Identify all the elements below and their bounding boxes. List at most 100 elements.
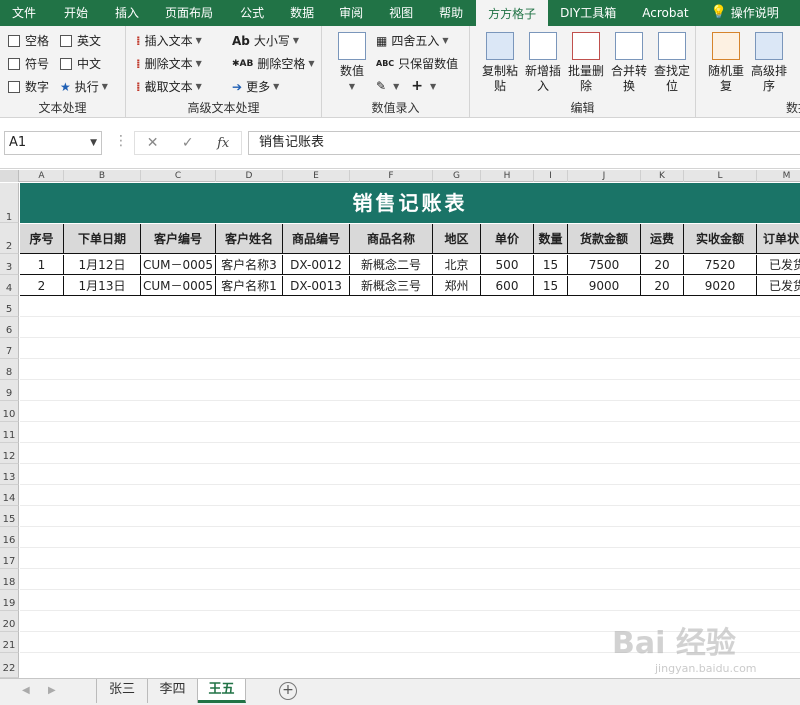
delete-text-button[interactable]: ⁞ 删除文本 ▼: [136, 55, 202, 72]
tab-page-layout[interactable]: 页面布局: [152, 0, 226, 26]
data-cell[interactable]: 北京: [433, 255, 481, 275]
data-cell[interactable]: 600: [481, 276, 534, 296]
data-cell[interactable]: 新概念三号: [350, 276, 433, 296]
copy-paste-button[interactable]: 复制粘 贴: [478, 32, 522, 94]
data-cell[interactable]: DX-0013: [283, 276, 350, 296]
prev-sheet-icon[interactable]: ◀: [22, 685, 30, 696]
header-cell[interactable]: 商品名称: [350, 224, 433, 254]
col-header-i[interactable]: I: [534, 170, 568, 182]
col-header-m[interactable]: M: [757, 170, 800, 182]
sheet-tab-lisi[interactable]: 李四: [148, 679, 198, 703]
data-cell[interactable]: 15: [534, 255, 568, 275]
remove-space-button[interactable]: ✱AB 删除空格 ▼: [232, 55, 315, 72]
tab-view[interactable]: 视图: [376, 0, 426, 26]
more-button[interactable]: ➔ 更多 ▼: [232, 78, 279, 95]
data-cell[interactable]: 15: [534, 276, 568, 296]
data-cell[interactable]: 9020: [684, 276, 757, 296]
sheet-title[interactable]: 销售记账表: [20, 183, 800, 223]
row-header-13[interactable]: 13: [0, 464, 19, 485]
col-header-h[interactable]: H: [481, 170, 534, 182]
tab-diy-toolbox[interactable]: DIY工具箱: [548, 0, 628, 26]
header-cell[interactable]: 运费: [641, 224, 684, 254]
merge-convert-button[interactable]: 合并转 换: [607, 32, 651, 94]
data-cell[interactable]: 20: [641, 255, 684, 275]
row-header-5[interactable]: 5: [0, 296, 19, 317]
tab-insert[interactable]: 插入: [102, 0, 152, 26]
row-header-7[interactable]: 7: [0, 338, 19, 359]
check-english[interactable]: 英文: [60, 32, 101, 49]
col-header-c[interactable]: C: [141, 170, 216, 182]
data-cell[interactable]: CUM－0005: [141, 276, 216, 296]
header-cell[interactable]: 客户编号: [141, 224, 216, 254]
row-header-2[interactable]: 2: [0, 223, 19, 254]
col-header-a[interactable]: A: [20, 170, 64, 182]
tab-acrobat[interactable]: Acrobat: [628, 0, 702, 26]
check-chinese[interactable]: 中文: [60, 55, 101, 72]
add-sheet-icon[interactable]: +: [279, 682, 297, 700]
data-cell[interactable]: 500: [481, 255, 534, 275]
keep-number-button[interactable]: ABC 只保留数值: [376, 55, 458, 72]
check-space[interactable]: 空格: [8, 32, 49, 49]
data-cell[interactable]: CUM－0005: [141, 255, 216, 275]
header-cell[interactable]: 实收金额: [684, 224, 757, 254]
tab-fangfang[interactable]: 方方格子: [476, 0, 549, 28]
tab-review[interactable]: 审阅: [326, 0, 376, 26]
data-cell[interactable]: 1月12日: [64, 255, 141, 275]
round-button[interactable]: ▦ 四舍五入 ▼: [376, 32, 449, 49]
data-cell[interactable]: 郑州: [433, 276, 481, 296]
edit-number-button[interactable]: ✎ ▼ + ▼: [376, 78, 436, 94]
col-header-g[interactable]: G: [433, 170, 481, 182]
execute-button[interactable]: ★ 执行 ▼: [60, 78, 108, 95]
row-header-6[interactable]: 6: [0, 317, 19, 338]
check-symbol[interactable]: 符号: [8, 55, 49, 72]
row-header-17[interactable]: 17: [0, 548, 19, 569]
col-header-f[interactable]: F: [350, 170, 433, 182]
select-all-corner[interactable]: [0, 170, 19, 182]
new-insert-button[interactable]: 新增插 入: [521, 32, 565, 94]
data-cell[interactable]: 7500: [568, 255, 641, 275]
header-cell[interactable]: 商品编号: [283, 224, 350, 254]
header-cell[interactable]: 订单状: [757, 224, 800, 254]
case-button[interactable]: Ab 大小写 ▼: [232, 32, 299, 49]
header-cell[interactable]: 客户姓名: [216, 224, 283, 254]
row-header-8[interactable]: 8: [0, 359, 19, 380]
header-cell[interactable]: 下单日期: [64, 224, 141, 254]
header-cell[interactable]: 序号: [20, 224, 64, 254]
col-header-e[interactable]: E: [283, 170, 350, 182]
tab-home[interactable]: 开始: [50, 0, 102, 26]
number-button[interactable]: 数值 ▼: [332, 32, 372, 94]
data-cell[interactable]: 已发货: [757, 276, 800, 296]
row-header-19[interactable]: 19: [0, 590, 19, 611]
tab-tell-me[interactable]: 💡 操作说明: [703, 0, 787, 26]
advanced-sort-button[interactable]: 高级排 序: [747, 32, 791, 94]
find-locate-button[interactable]: 查找定 位: [650, 32, 694, 94]
row-header-20[interactable]: 20: [0, 611, 19, 632]
row-header-1[interactable]: 1: [0, 183, 19, 223]
extract-text-button[interactable]: ⁞ 截取文本 ▼: [136, 78, 202, 95]
data-cell[interactable]: 1: [20, 255, 64, 275]
function-icon[interactable]: fx: [217, 136, 229, 151]
batch-delete-button[interactable]: 批量删 除: [564, 32, 608, 94]
data-cell[interactable]: 新概念二号: [350, 255, 433, 275]
header-cell[interactable]: 单价: [481, 224, 534, 254]
data-cell[interactable]: 7520: [684, 255, 757, 275]
col-header-b[interactable]: B: [64, 170, 141, 182]
row-header-21[interactable]: 21: [0, 632, 19, 653]
data-cell[interactable]: 客户名称3: [216, 255, 283, 275]
row-header-10[interactable]: 10: [0, 401, 19, 422]
check-number[interactable]: 数字: [8, 78, 49, 95]
tab-data[interactable]: 数据: [278, 0, 326, 26]
row-header-22[interactable]: 22: [0, 653, 19, 678]
col-header-k[interactable]: K: [641, 170, 684, 182]
col-header-d[interactable]: D: [216, 170, 283, 182]
sheet-tab-zhangsan[interactable]: 张三: [96, 679, 148, 703]
tab-file[interactable]: 文件: [0, 0, 50, 26]
col-header-j[interactable]: J: [568, 170, 641, 182]
data-cell[interactable]: 1月13日: [64, 276, 141, 296]
tab-help[interactable]: 帮助: [426, 0, 476, 26]
tab-formulas[interactable]: 公式: [226, 0, 278, 26]
row-header-12[interactable]: 12: [0, 443, 19, 464]
next-sheet-icon[interactable]: ▶: [48, 685, 56, 696]
data-cell[interactable]: DX-0012: [283, 255, 350, 275]
header-cell[interactable]: 货款金额: [568, 224, 641, 254]
